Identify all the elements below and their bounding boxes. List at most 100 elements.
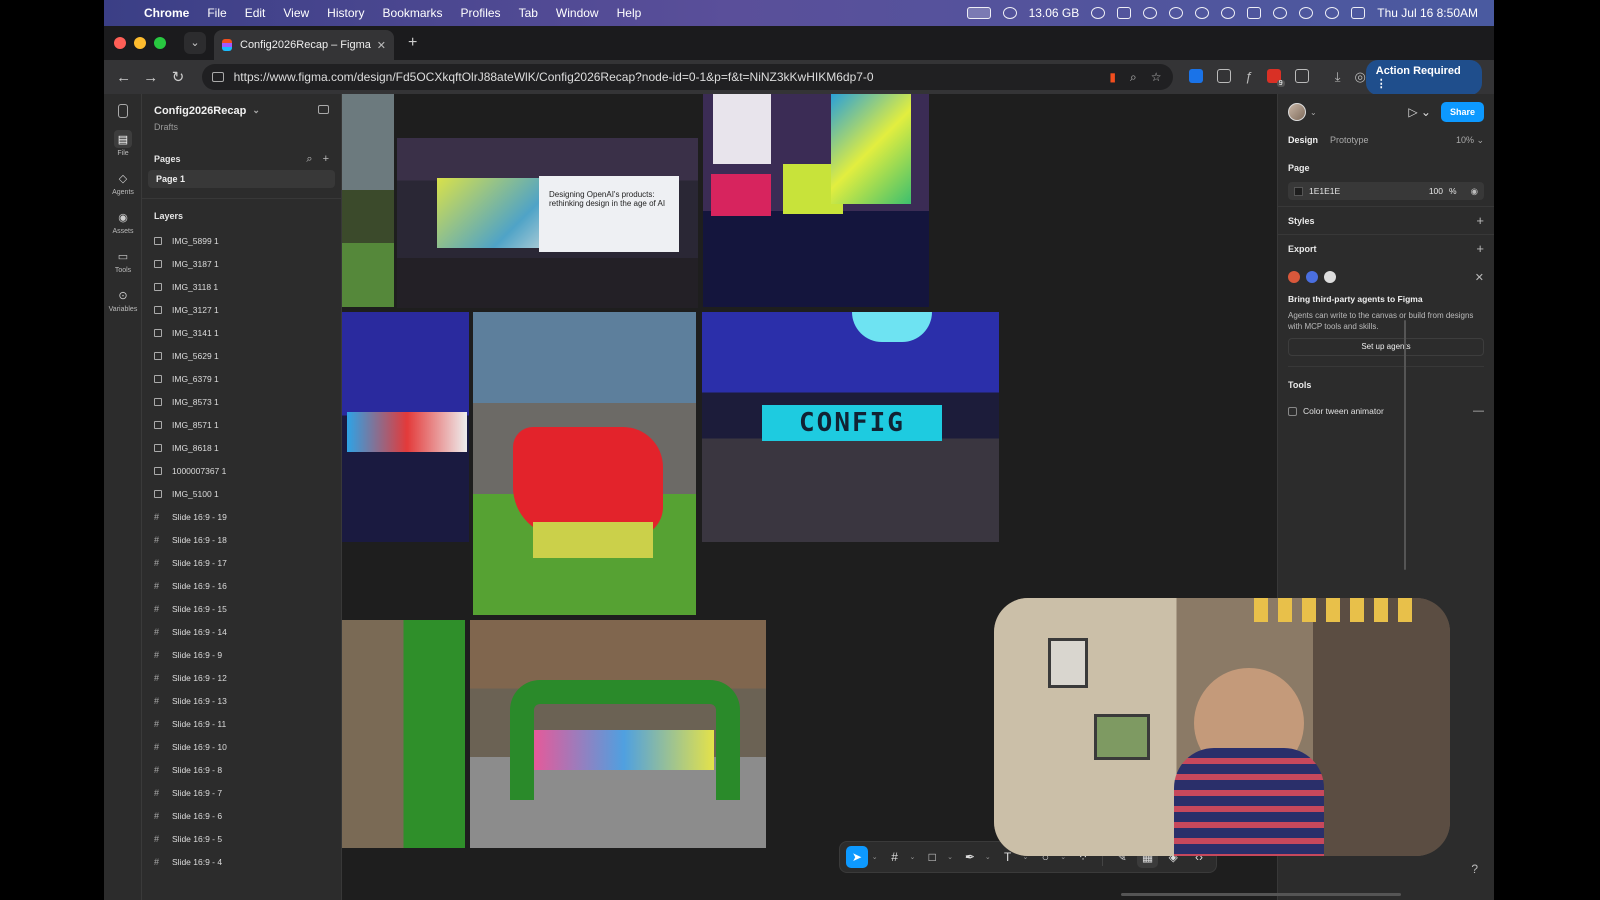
layer-row[interactable]: # Slide 16:9 - 14 [142,620,341,643]
profile-icon[interactable]: ◎ [1354,69,1365,85]
layer-row[interactable]: # Slide 16:9 - 8 [142,758,341,781]
layer-row[interactable]: IMG_8571 1 [142,413,341,436]
reload-icon[interactable]: ↻ [164,68,191,86]
activity-icon[interactable] [1117,7,1132,19]
layer-row[interactable]: # Slide 16:9 - 4 [142,850,341,873]
play-icon[interactable] [1221,7,1236,19]
layer-row[interactable]: # Slide 16:9 - 19 [142,505,341,528]
file-location[interactable]: Drafts [142,122,341,132]
chevron-down-icon[interactable]: ⌄ [947,853,955,861]
memory-readout[interactable]: 13.06 GB [1029,6,1080,20]
rail-tools[interactable]: ▭ Tools [104,247,142,275]
action-required-button[interactable]: Action Required ⋮ [1365,59,1482,95]
layer-row[interactable]: IMG_8573 1 [142,390,341,413]
page-fill-opacity[interactable]: 100 [1429,186,1443,196]
chevron-down-icon[interactable]: ⌄ [1310,108,1317,117]
page-fill-row[interactable]: 1E1E1E 100 % ◉ [1288,182,1484,200]
chevron-down-icon[interactable]: ⌄ [872,853,880,861]
add-style-plus-icon[interactable]: + [1476,213,1484,228]
downloads-icon[interactable]: ⤓ [1335,69,1341,85]
layer-row[interactable]: # Slide 16:9 - 11 [142,712,341,735]
share-button[interactable]: Share [1440,102,1484,122]
layer-row[interactable]: # Slide 16:9 - 5 [142,827,341,850]
menu-history[interactable]: History [327,6,364,20]
menu-file[interactable]: File [207,6,226,20]
control-center-icon[interactable] [1351,7,1366,19]
shape-tool-icon[interactable]: □ [921,846,943,868]
vertical-scrollbar[interactable] [1404,320,1406,570]
menu-window[interactable]: Window [556,6,599,20]
chevron-down-icon[interactable]: ⌄ [252,105,260,117]
search-icon[interactable]: ⌕ [306,153,312,166]
focus-icon[interactable] [1143,7,1158,19]
horizontal-scrollbar[interactable] [1121,893,1401,896]
close-tab-icon[interactable]: ✕ [377,39,386,52]
menu-help[interactable]: Help [617,6,642,20]
close-window-button[interactable] [114,37,126,49]
page-fill-swatch[interactable] [1294,186,1303,196]
file-title[interactable]: Config2026Recap ⌄ [142,94,341,117]
layer-row[interactable]: # Slide 16:9 - 15 [142,597,341,620]
layer-row[interactable]: # Slide 16:9 - 13 [142,689,341,712]
site-settings-icon[interactable] [211,72,224,82]
figma-menu-icon[interactable] [117,104,128,118]
siri-icon[interactable] [1325,7,1340,19]
zoom-magnifier-icon[interactable]: ⌕ [1130,70,1137,85]
photo-blue-hall[interactable] [342,312,469,542]
page-item-page-1[interactable]: Page 1 [148,170,335,188]
layer-row[interactable]: IMG_5899 1 [142,229,341,252]
do-not-disturb-icon[interactable] [1169,7,1184,19]
menu-profiles[interactable]: Profiles [461,6,501,20]
layer-row[interactable]: # Slide 16:9 - 9 [142,643,341,666]
photo-green-arch-front[interactable] [470,620,766,848]
function-extension-icon[interactable]: ƒ [1245,69,1252,85]
camera-extension-icon[interactable] [1217,69,1232,83]
layer-row[interactable]: IMG_5629 1 [142,344,341,367]
bookmark-star-icon[interactable]: ☆ [1151,70,1162,85]
badge-extension-icon[interactable]: 9 [1266,69,1285,87]
chevron-down-icon[interactable]: ⌄ [909,853,917,861]
tab-search-chevron-icon[interactable]: ⌄ [184,32,206,54]
spotlight-search-icon[interactable] [1299,7,1314,19]
collapse-panel-icon[interactable] [318,105,329,114]
address-bar[interactable]: https://www.figma.com/design/Fd5OCXkqftO… [201,64,1174,90]
photo-crowd-outdoor[interactable] [342,94,394,307]
move-tool-icon[interactable]: ➤ [846,846,868,868]
wifi-icon[interactable] [1273,7,1288,19]
puzzle-extensions-icon[interactable] [1294,69,1309,83]
screen-share-icon[interactable] [966,7,991,19]
layer-row[interactable]: IMG_3118 1 [142,275,341,298]
chevron-down-icon[interactable]: ⌄ [985,853,993,861]
browser-tab-figma[interactable]: Config2026Recap – Figma ✕ [214,30,394,60]
figma-extension-icon[interactable]: ▮ [1109,70,1116,85]
moon-status-icon[interactable] [1002,7,1017,19]
rail-file[interactable]: ▤ File [104,130,142,157]
page-fill-hex[interactable]: 1E1E1E [1309,186,1340,196]
photo-colorful-screen[interactable] [703,94,929,307]
menu-view[interactable]: View [283,6,309,20]
help-question-icon[interactable]: ? [1471,862,1478,876]
photo-green-arch-side[interactable] [342,620,465,848]
layer-row[interactable]: # Slide 16:9 - 7 [142,781,341,804]
photo-red-installation[interactable] [473,312,696,615]
rail-variables[interactable]: ⊙ Variables [104,286,142,314]
menu-edit[interactable]: Edit [245,6,266,20]
layer-row[interactable]: # Slide 16:9 - 10 [142,735,341,758]
bluetooth-icon[interactable] [1195,7,1210,19]
layer-row[interactable]: IMG_5100 1 [142,482,341,505]
eye-icon[interactable]: ◉ [1471,186,1478,197]
remove-tool-minus-icon[interactable]: — [1473,405,1484,417]
close-icon[interactable]: ✕ [1475,271,1484,284]
download-extension-icon[interactable] [1189,69,1204,83]
add-page-plus-icon[interactable]: + [323,153,329,166]
present-play-icon[interactable]: ▷ ⌄ [1408,105,1431,119]
new-tab-plus-icon[interactable]: + [408,34,417,52]
layer-row[interactable]: # Slide 16:9 - 12 [142,666,341,689]
menu-tab[interactable]: Tab [519,6,538,20]
layer-row[interactable]: # Slide 16:9 - 17 [142,551,341,574]
layer-row[interactable]: IMG_3187 1 [142,252,341,275]
menu-bookmarks[interactable]: Bookmarks [383,6,443,20]
photo-config-stage[interactable]: CONFIG [702,312,999,542]
sync-icon[interactable] [1091,7,1106,19]
layer-row[interactable]: # Slide 16:9 - 16 [142,574,341,597]
